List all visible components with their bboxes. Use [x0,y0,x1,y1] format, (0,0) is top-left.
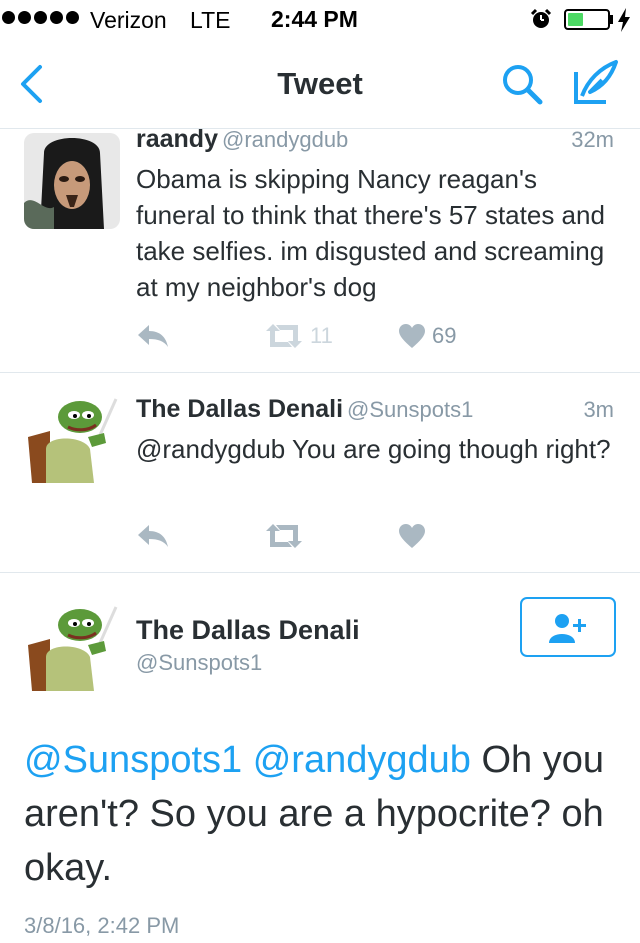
heart-icon [399,524,425,548]
tweet-actions: 11 69 [136,321,640,351]
main-tweet: The Dallas Denali @Sunspots1 @Sunspots1 … [0,572,640,943]
mention-link[interactable]: @Sunspots1 [24,739,242,781]
charging-bolt-icon [618,8,630,32]
like-count: 69 [432,323,457,348]
avatar[interactable] [24,133,120,229]
retweet-button[interactable] [264,521,304,551]
author-name[interactable]: The Dallas Denali [136,395,343,423]
like-button[interactable] [398,521,426,551]
reply-icon [138,325,168,347]
author-handle[interactable]: @Sunspots1 [347,397,473,422]
tweet-item[interactable]: The Dallas Denali @Sunspots1 3m @randygdu… [0,372,640,572]
reply-icon [138,525,168,547]
retweet-count: 11 [310,323,333,348]
signal-strength-icon [2,11,79,24]
nav-bar: Tweet [0,40,640,128]
retweet-icon [266,524,302,548]
tweet-text: Obama is skipping Nancy reagan's funeral… [136,164,605,302]
reply-button[interactable] [136,321,170,351]
carrier-name: Verizon [90,7,167,33]
avatar[interactable] [24,391,120,487]
tweet-time: 32m [571,127,614,152]
page-title: Tweet [277,66,363,101]
search-icon[interactable] [500,62,544,106]
author-handle[interactable]: @randygdub [222,127,348,152]
compose-feather-icon[interactable] [572,58,618,106]
retweet-button[interactable]: 11 [264,321,333,351]
tweet-actions [136,521,640,551]
follow-button[interactable] [520,597,616,657]
tweet-timestamp: 3/8/16, 2:42 PM [24,913,180,938]
add-user-icon [549,614,586,643]
avatar[interactable] [24,599,120,695]
tweet-time: 3m [583,397,614,422]
heart-icon [399,324,425,348]
network-type: LTE [190,7,231,33]
retweet-icon [266,324,302,348]
status-time: 2:44 PM [271,6,358,32]
author-name[interactable]: The Dallas Denali [136,615,360,646]
tweet-text: @Sunspots1 @randygdub Oh you aren't? So … [24,733,620,895]
battery-icon [564,9,610,30]
author-handle[interactable]: @Sunspots1 [136,650,262,676]
author-name[interactable]: raandy [136,125,218,153]
alarm-icon [530,8,552,28]
tweet-item[interactable]: raandy @randygdub 32m Obama is skipping N… [0,125,640,372]
mention-link[interactable]: @randygdub [253,739,471,781]
like-button[interactable]: 69 [398,321,456,351]
tweet-text: @randygdub You are going though right? [136,434,611,464]
status-bar: Verizon LTE 2:44 PM [0,0,640,40]
reply-button[interactable] [136,521,170,551]
